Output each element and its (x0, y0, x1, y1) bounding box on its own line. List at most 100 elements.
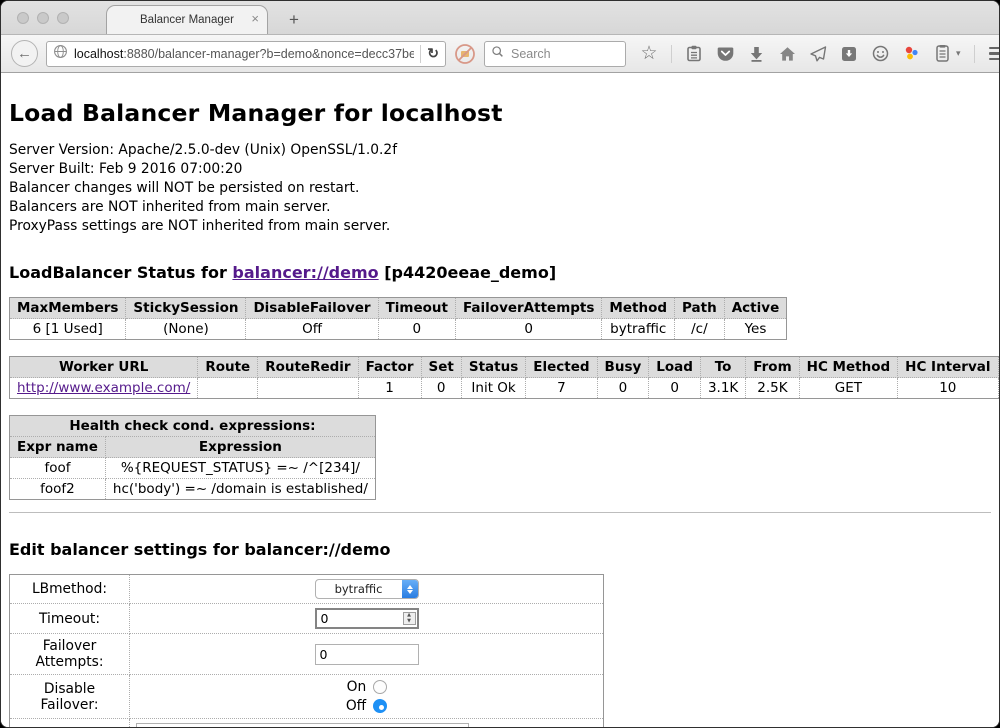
hc-row-foof: foof %{REQUEST_STATUS} =~ /^[234]/ (10, 458, 376, 479)
sticky-session-label: Sticky Session: (10, 719, 130, 728)
extension-dots-icon[interactable] (902, 45, 920, 63)
hc-title-row: Health check cond. expressions: (10, 416, 376, 437)
col-expr-name: Expr name (10, 437, 106, 458)
cell-hc-method: GET (799, 378, 898, 399)
toolbar-divider-2 (974, 45, 975, 63)
url-bar[interactable]: localhost:8880/balancer-manager?b=demo&n… (46, 41, 446, 67)
back-arrow-icon: ← (17, 45, 32, 62)
search-bar[interactable] (484, 41, 626, 67)
lbmethod-select[interactable]: bytraffic (315, 579, 419, 599)
lbmethod-label: LBmethod: (10, 575, 130, 604)
send-tab-icon[interactable] (809, 45, 827, 63)
edit-settings-heading: Edit balancer settings for balancer://de… (9, 540, 991, 559)
tab-close-icon[interactable]: × (251, 12, 259, 25)
status-heading-suffix: [p4420eeae_demo] (379, 263, 557, 282)
download-panel-icon[interactable] (840, 45, 858, 63)
dropdown-caret-icon[interactable]: ▾ (956, 48, 961, 59)
url-path: :8880/balancer-manager?b=demo&nonce=decc… (123, 47, 414, 61)
timeout-row: Timeout: ▲▼ (10, 604, 604, 634)
col-elected: Elected (526, 357, 597, 378)
col-busy: Busy (597, 357, 649, 378)
failover-attempts-label: Failover Attempts: (10, 634, 130, 675)
cell-expr-name-foof2: foof2 (10, 479, 106, 500)
hc-header-row: Expr name Expression (10, 437, 376, 458)
balancer-demo-link[interactable]: balancer://demo (232, 263, 378, 282)
bookmark-star-icon[interactable]: ☆ (640, 45, 658, 63)
balancer-status-header-row: MaxMembers StickySession DisableFailover… (10, 298, 787, 319)
loadbalancer-status-heading: LoadBalancer Status for balancer://demo … (9, 263, 991, 282)
cell-disablefailover: Off (246, 319, 378, 340)
home-icon[interactable] (778, 45, 796, 63)
url-text: localhost:8880/balancer-manager?b=demo&n… (74, 47, 414, 61)
col-timeout: Timeout (378, 298, 455, 319)
cell-hc-interval: 10 (898, 378, 998, 399)
zoom-window-button[interactable] (57, 12, 69, 24)
select-chevrons-icon (402, 580, 418, 598)
window-controls (17, 12, 69, 24)
col-stickysession: StickySession (126, 298, 246, 319)
server-version-line: Server Version: Apache/2.5.0-dev (Unix) … (9, 141, 991, 160)
col-path: Path (675, 298, 725, 319)
cell-load: 0 (649, 378, 701, 399)
tab-balancer-manager[interactable]: Balancer Manager × (106, 5, 268, 34)
disable-failover-on-radio[interactable] (373, 680, 387, 694)
col-active: Active (724, 298, 787, 319)
cell-factor: 1 (358, 378, 421, 399)
cell-passes: 1 (0) (998, 378, 999, 399)
pocket-icon[interactable] (716, 45, 734, 63)
number-spinner-icon[interactable]: ▲▼ (403, 612, 416, 625)
radio-off-label: Off (346, 698, 366, 714)
search-icon (491, 45, 504, 63)
search-input[interactable] (509, 46, 609, 62)
close-window-button[interactable] (17, 12, 29, 24)
col-maxmembers: MaxMembers (10, 298, 126, 319)
hc-table-title: Health check cond. expressions: (10, 416, 376, 437)
section-divider (9, 512, 991, 513)
tab-title: Balancer Manager (140, 14, 234, 26)
col-hc-interval: HC Interval (898, 357, 998, 378)
radio-on-label: On (347, 679, 367, 695)
col-method: Method (602, 298, 675, 319)
cell-method: bytraffic (602, 319, 675, 340)
cell-route (198, 378, 258, 399)
worker-url-link[interactable]: http://www.example.com/ (17, 380, 190, 396)
server-built-line: Server Built: Feb 9 2016 07:00:20 (9, 160, 991, 179)
lbmethod-selected-value: bytraffic (316, 582, 402, 596)
sticky-session-row: Sticky Session: (Use '-' to delete) (10, 719, 604, 728)
minimize-window-button[interactable] (37, 12, 49, 24)
col-disablefailover: DisableFailover (246, 298, 378, 319)
disable-failover-off-radio[interactable] (373, 699, 387, 713)
col-status: Status (461, 357, 525, 378)
toolbar-icons: ☆ (640, 45, 1000, 63)
sticky-session-input[interactable] (136, 723, 469, 727)
menu-icon[interactable] (988, 45, 1000, 63)
cell-timeout: 0 (378, 319, 455, 340)
cell-status: Init Ok (461, 378, 525, 399)
cell-to: 3.1K (700, 378, 745, 399)
persist-notice-line: Balancer changes will NOT be persisted o… (9, 179, 991, 198)
sticky-session-hint: (Use '-' to delete) (477, 726, 597, 728)
browser-toolbar: ← localhost:8880/balancer-manager?b=demo… (1, 35, 999, 73)
cell-maxmembers: 6 [1 Used] (10, 319, 126, 340)
back-button[interactable]: ← (11, 40, 38, 67)
failover-attempts-input[interactable] (315, 644, 419, 665)
worker-row: http://www.example.com/ 1 0 Init Ok 7 0 … (10, 378, 1000, 399)
col-expression: Expression (105, 437, 375, 458)
reading-list-icon[interactable] (685, 45, 703, 63)
cell-expression-foof: %{REQUEST_STATUS} =~ /^[234]/ (105, 458, 375, 479)
sidebar-notes-icon[interactable] (933, 45, 951, 63)
browser-window: Balancer Manager × + ← localhost:8880/ba… (0, 0, 1000, 728)
content-blocked-icon[interactable] (454, 43, 476, 65)
status-heading-prefix: LoadBalancer Status for (9, 263, 232, 282)
url-domain: localhost (74, 47, 123, 61)
reload-icon[interactable]: ↻ (427, 45, 439, 62)
feedback-smiley-icon[interactable] (871, 45, 889, 63)
balancers-notice-line: Balancers are NOT inherited from main se… (9, 198, 991, 217)
col-worker-url: Worker URL (10, 357, 198, 378)
disable-failover-label: Disable Failover: (10, 675, 130, 719)
timeout-label: Timeout: (10, 604, 130, 634)
new-tab-button[interactable]: + (283, 10, 305, 30)
col-route: Route (198, 357, 258, 378)
col-factor: Factor (358, 357, 421, 378)
downloads-icon[interactable] (747, 45, 765, 63)
